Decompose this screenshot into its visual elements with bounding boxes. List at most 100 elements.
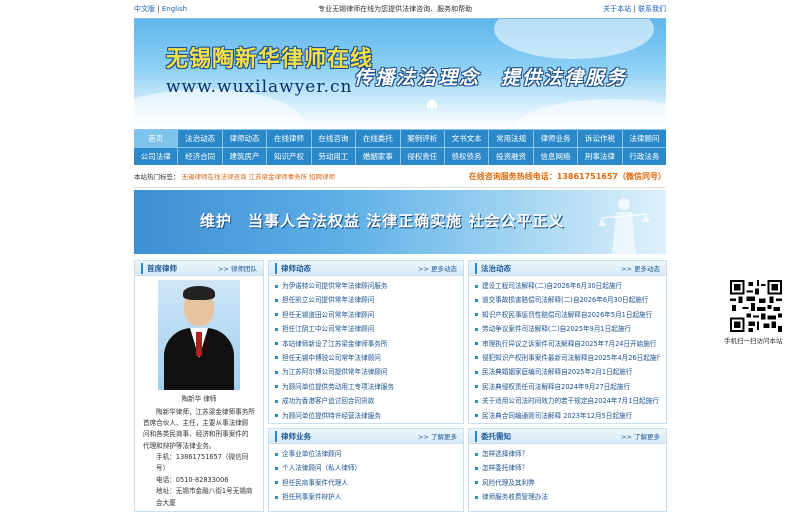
nav-item[interactable]: 经济合同 xyxy=(177,148,221,165)
list-item[interactable]: 怎样委托律师？ xyxy=(475,461,660,475)
nav-item[interactable]: 行政法务 xyxy=(621,148,666,165)
list-item-text[interactable]: 知识产权民事惩罚性赔偿司法解释自2026年5月1日起施行 xyxy=(482,311,652,319)
nav-item[interactable]: 侵权责任 xyxy=(399,148,444,165)
justice-statue-icon xyxy=(598,198,650,254)
list-item[interactable]: 审理执行异议之诉案件司法解释自2025年7月24日开始施行 xyxy=(475,337,660,351)
list-item-text[interactable]: 为顾问单位提供特许经营法律服务 xyxy=(282,412,381,420)
nav-item[interactable]: 劳动用工 xyxy=(310,148,355,165)
list-item[interactable]: 成功为香港客户追讨回合同货款 xyxy=(275,394,457,408)
more-link[interactable]: >> 更多动态 xyxy=(621,263,660,273)
list-item-text[interactable]: 劳动争议案件司法解释(二)自2025年9月1日起施行 xyxy=(482,325,631,333)
contact-link[interactable]: 联系我们 xyxy=(638,5,666,13)
nav-item[interactable]: 婚姻家事 xyxy=(355,148,399,165)
about-link[interactable]: 关于本站 xyxy=(603,5,631,13)
list-item-text[interactable]: 风险代理及其利弊 xyxy=(482,479,535,487)
nav-item[interactable]: 建筑房产 xyxy=(221,148,266,165)
lawyer-name: 陶新华 律师 xyxy=(181,395,217,403)
hot-tags-links[interactable]: 无锡律师在线法律咨询 江苏梁金律师事务所 招聘律师 xyxy=(182,171,336,181)
nav-item[interactable]: 法律顾问 xyxy=(621,130,666,147)
lawyer-business-list: 企事业单位法律顾问个人法律顾问（私人律师） 担任民商事案件代理人担任刑事案件辩护人 xyxy=(269,444,463,505)
nav-item[interactable]: 在线委托 xyxy=(355,130,399,147)
list-item[interactable]: 关于适用公司法时间效力的若干规定自2024年7月1日起施行 xyxy=(475,394,660,408)
nav-item[interactable]: 法治动态 xyxy=(177,130,221,147)
list-item[interactable]: 民法典侵权责任司法解释自2024年9月27日起施行 xyxy=(475,380,660,394)
list-item[interactable]: 为顾问单位提供特许经营法律服务 xyxy=(275,409,457,423)
list-item-text[interactable]: 担任无锡中博锐公司常年法律顾问 xyxy=(282,354,381,362)
list-item-text[interactable]: 担任凯立公司提供常年法律顾问 xyxy=(282,296,374,304)
list-item[interactable]: 风险代理及其利弊 xyxy=(475,476,660,490)
nav-item[interactable]: 律师动态 xyxy=(221,130,266,147)
nav-item[interactable]: 刑事法律 xyxy=(577,148,621,165)
list-item[interactable]: 民法典合同编通则司法解释 2023年12月5日起施行 xyxy=(475,409,660,423)
hot-tags-label: 本站热门标签： xyxy=(134,173,180,181)
nav-item[interactable]: 常用法规 xyxy=(488,130,532,147)
bullet-icon xyxy=(275,495,278,499)
more-link[interactable]: >> 律师团队 xyxy=(218,263,257,273)
list-item-text[interactable]: 关于适用公司法时间效力的若干规定自2024年7月1日起施行 xyxy=(482,397,659,405)
list-item-text[interactable]: 道交事故损害赔偿司法解释(二)自2026年6月30日起施行 xyxy=(482,296,648,304)
list-item[interactable]: 知识产权民事惩罚性赔偿司法解释自2026年5月1日起施行 xyxy=(475,308,660,322)
list-item-text[interactable]: 怎样选择律师？ xyxy=(482,450,528,458)
list-item[interactable]: 建设工程司法解释(二)自2026年6月30日起施行 xyxy=(475,279,660,293)
list-item[interactable]: 民法典婚姻家庭编司法解释自2025年2月1日起施行 xyxy=(475,365,660,379)
list-item[interactable]: 担任无锡道田公司常年法律顾问 xyxy=(275,308,457,322)
more-link[interactable]: >> 了解更多 xyxy=(621,431,660,441)
justice-banner: 维护 当事人合法权益 法律正确实施 社会公平正义 xyxy=(134,190,666,254)
list-item[interactable]: 怎样选择律师？ xyxy=(475,447,660,461)
list-item[interactable]: 本站律师新设了江苏梁金律师事务所 xyxy=(275,337,457,351)
nav-item[interactable]: 信息网络 xyxy=(532,148,577,165)
more-link[interactable]: >> 了解更多 xyxy=(418,431,457,441)
list-item-text[interactable]: 担任民商事案件代理人 xyxy=(282,479,348,487)
list-item-text[interactable]: 担任无锡道田公司常年法律顾问 xyxy=(282,311,374,319)
list-item[interactable]: 担任民商事案件代理人 xyxy=(275,476,457,490)
nav-item[interactable]: 首页 xyxy=(134,130,178,147)
list-item-text[interactable]: 怎样委托律师？ xyxy=(482,464,528,472)
list-item-text[interactable]: 民法典合同编通则司法解释 2023年12月5日起施行 xyxy=(482,412,632,420)
list-item[interactable]: 律师服务收费管理办法 xyxy=(475,490,660,504)
nav-item[interactable]: 公司法律 xyxy=(134,148,177,165)
list-item-text[interactable]: 审理执行异议之诉案件司法解释自2025年7月24日开始施行 xyxy=(482,340,656,348)
list-item-text[interactable]: 担任江阴工中公司常年法律顾问 xyxy=(282,325,374,333)
list-item-text[interactable]: 民法典侵权责任司法解释自2024年9月27日起施行 xyxy=(482,383,630,391)
list-item-text[interactable]: 本站律师新设了江苏梁金律师事务所 xyxy=(282,340,388,348)
lang-en-link[interactable]: English xyxy=(162,5,187,13)
list-item-text[interactable]: 侵犯知识产权刑事案件最新司法解释自2025年4月26日起施行 xyxy=(482,354,660,362)
nav-item[interactable]: 投资融资 xyxy=(488,148,532,165)
nav-item[interactable]: 文书文本 xyxy=(443,130,488,147)
bullet-icon xyxy=(475,399,478,403)
nav-item[interactable]: 债权债务 xyxy=(443,148,488,165)
list-item[interactable]: 企事业单位法律顾问 xyxy=(275,447,457,461)
list-item-text[interactable]: 企事业单位法律顾问 xyxy=(282,450,341,458)
list-item[interactable]: 侵犯知识产权刑事案件最新司法解释自2025年4月26日起施行 xyxy=(475,351,660,365)
list-item[interactable]: 为顾问单位提供劳动用工专项法律服务 xyxy=(275,380,457,394)
nav-item[interactable]: 案例评析 xyxy=(399,130,444,147)
list-item[interactable]: 担任无锡中博锐公司常年法律顾问 xyxy=(275,351,457,365)
bullet-icon xyxy=(275,466,278,470)
list-item[interactable]: 担任江阴工中公司常年法律顾问 xyxy=(275,322,457,336)
header-banner: 无锡陶新华律师在线 www.wuxilawyer.cn 传播法治理念 提供法律服… xyxy=(134,18,666,129)
list-item[interactable]: 劳动争议案件司法解释(二)自2025年9月1日起施行 xyxy=(475,322,660,336)
list-item-text[interactable]: 为顾问单位提供劳动用工专项法律服务 xyxy=(282,383,394,391)
list-item-text[interactable]: 个人法律顾问（私人律师） xyxy=(282,464,361,472)
list-item[interactable]: 个人法律顾问（私人律师） xyxy=(275,461,457,475)
nav-item[interactable]: 知识产权 xyxy=(266,148,310,165)
list-item[interactable]: 担任刑事案件辩护人 xyxy=(275,490,457,504)
nav-item[interactable]: 诉讼作税 xyxy=(577,130,621,147)
lang-cn-link[interactable]: 中文版 xyxy=(134,5,155,13)
nav-item[interactable]: 在线咨询 xyxy=(310,130,355,147)
nav-item[interactable]: 在线律师 xyxy=(266,130,310,147)
list-item[interactable]: 担任凯立公司提供常年法律顾问 xyxy=(275,293,457,307)
list-item-text[interactable]: 为伊诺特公司提供常年法律顾问服务 xyxy=(282,282,388,290)
list-item[interactable]: 为伊诺特公司提供常年法律顾问服务 xyxy=(275,279,457,293)
list-item[interactable]: 道交事故损害赔偿司法解释(二)自2026年6月30日起施行 xyxy=(475,293,660,307)
nav-item[interactable]: 律师业务 xyxy=(532,130,577,147)
list-item-text[interactable]: 民法典婚姻家庭编司法解释自2025年2月1日起施行 xyxy=(482,368,632,376)
list-item-text[interactable]: 建设工程司法解释(二)自2026年6月30日起施行 xyxy=(482,282,622,290)
site-brand[interactable]: 无锡陶新华律师在线 xyxy=(166,41,373,73)
list-item[interactable]: 为江苏阿尔博公司提供常年法律顾问 xyxy=(275,365,457,379)
list-item-text[interactable]: 成功为香港客户追讨回合同货款 xyxy=(282,397,374,405)
list-item-text[interactable]: 为江苏阿尔博公司提供常年法律顾问 xyxy=(282,368,388,376)
lawyer-photo[interactable] xyxy=(158,280,240,390)
more-link[interactable]: >> 更多动态 xyxy=(418,263,457,273)
panel-title: 律师动态 xyxy=(275,262,311,274)
